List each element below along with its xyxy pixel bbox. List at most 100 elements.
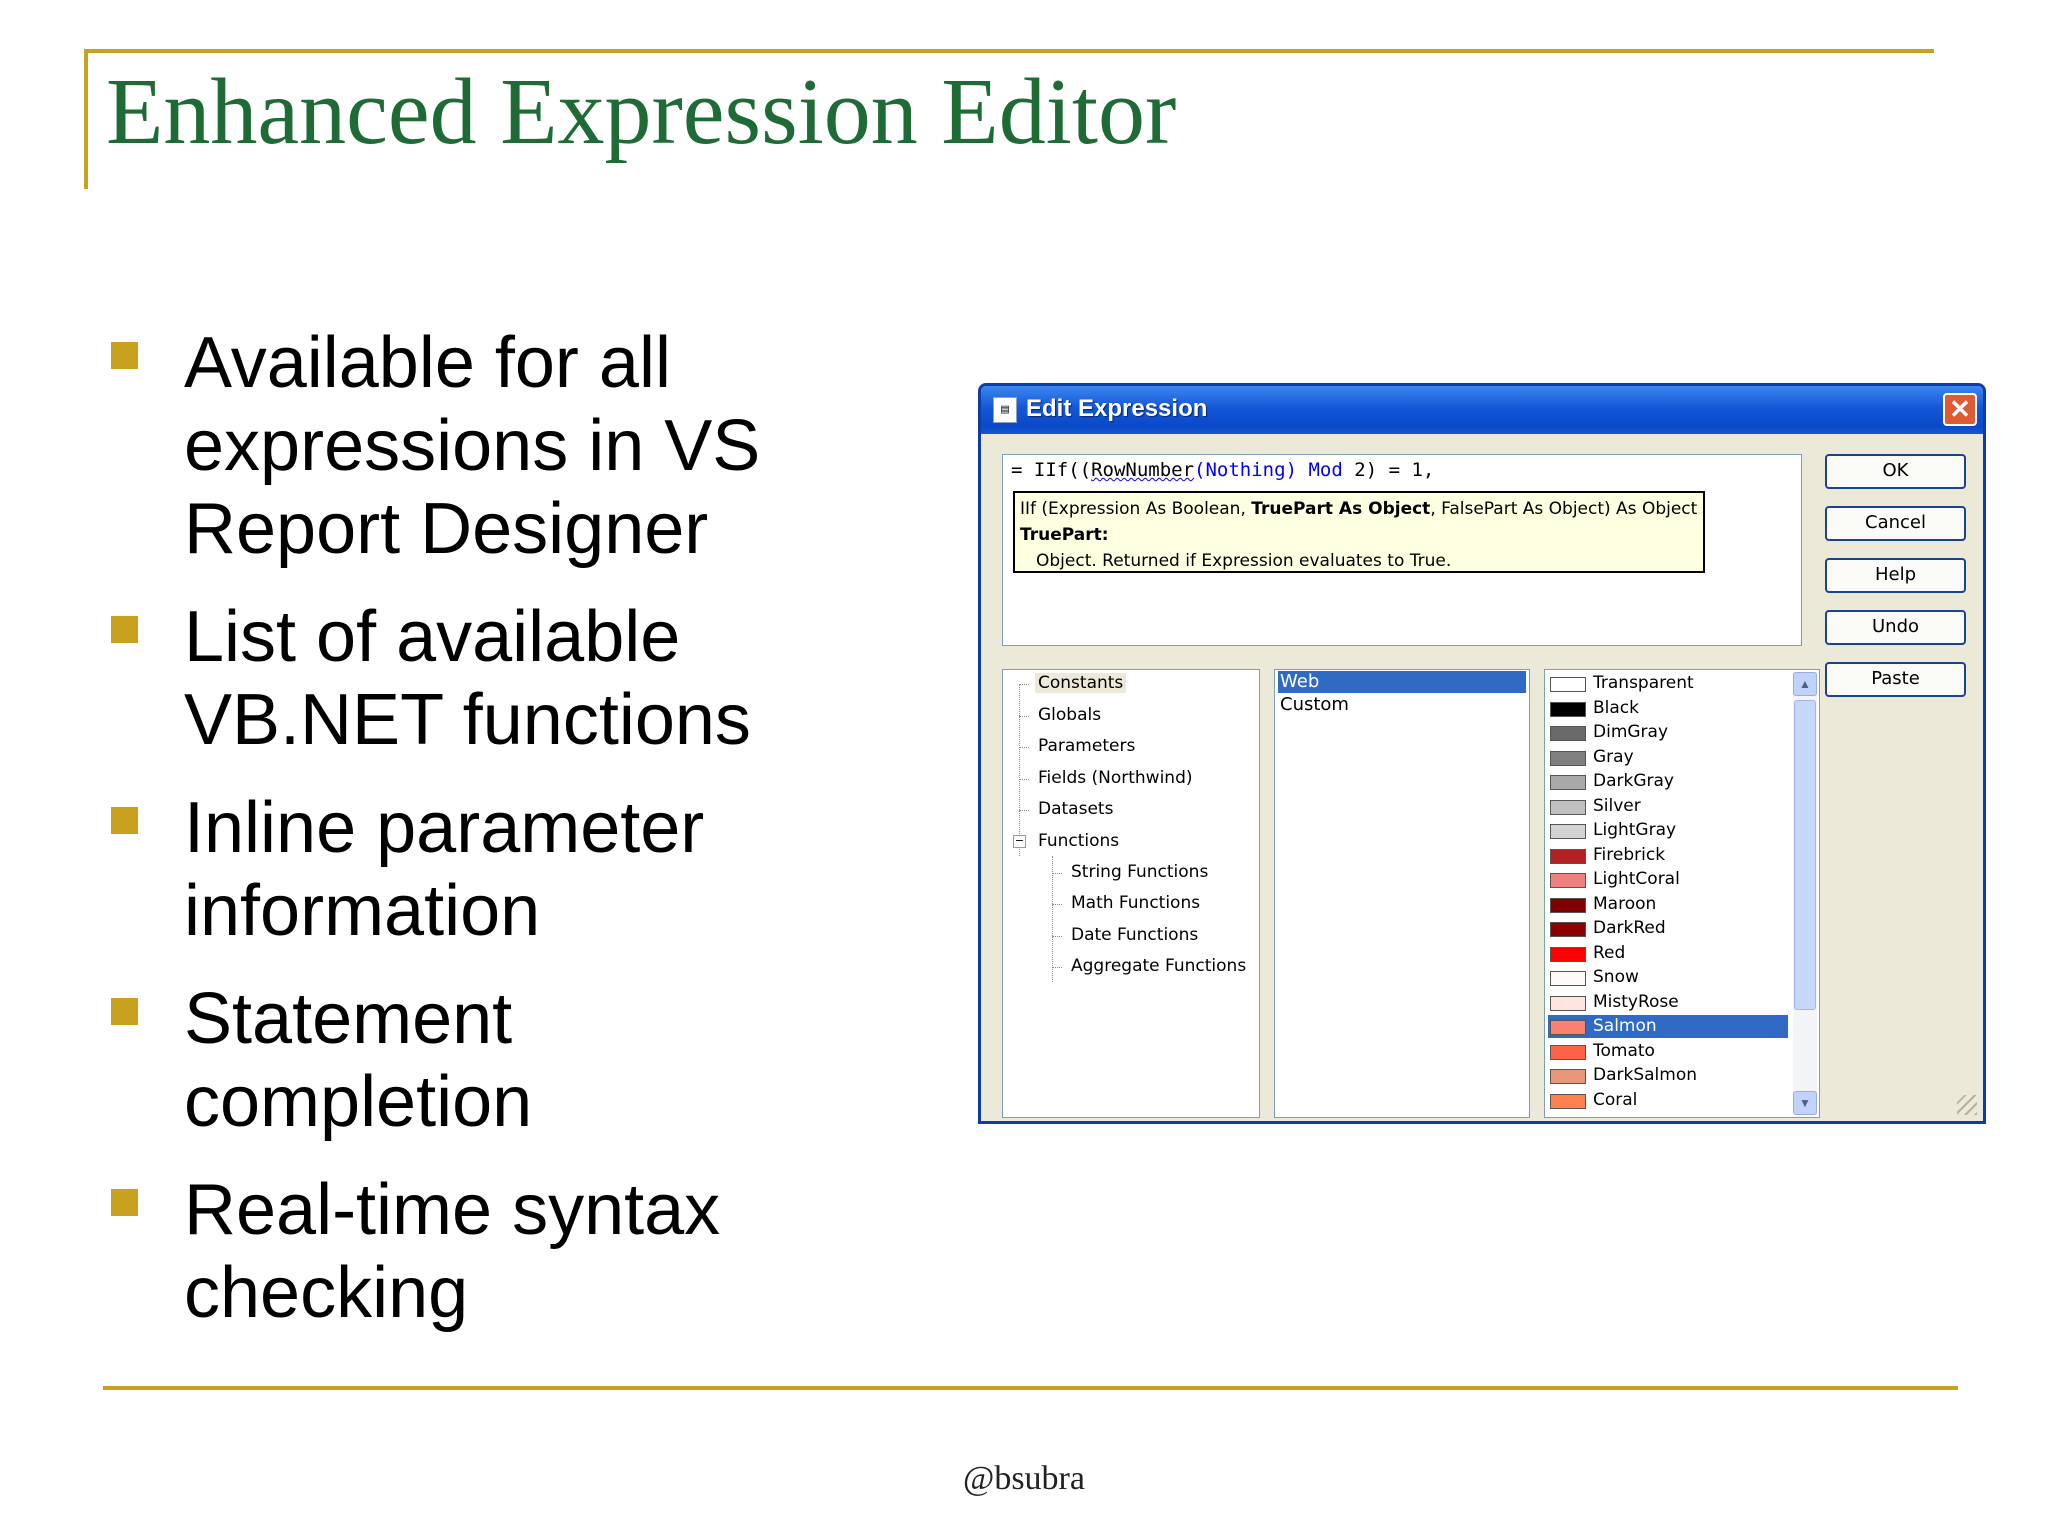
- color-item[interactable]: DimGray: [1548, 721, 1788, 744]
- color-item[interactable]: Black: [1548, 697, 1788, 720]
- tree-item-datasets[interactable]: Datasets: [1038, 799, 1113, 819]
- color-item[interactable]: MistyRose: [1548, 991, 1788, 1014]
- collapse-icon[interactable]: −: [1013, 835, 1026, 848]
- color-swatch: [1550, 1093, 1586, 1109]
- undo-button[interactable]: Undo: [1825, 610, 1966, 645]
- color-swatch: [1550, 922, 1586, 937]
- expr-open: (: [1194, 459, 1206, 481]
- tree-item-functions[interactable]: Functions: [1038, 831, 1119, 851]
- color-swatch: [1550, 701, 1586, 717]
- color-item[interactable]: Coral: [1548, 1089, 1788, 1112]
- tree-item-parameters[interactable]: Parameters: [1038, 736, 1135, 756]
- bullet-square-icon: [111, 1189, 138, 1216]
- color-name: Snow: [1593, 967, 1639, 987]
- tooltip-signature: IIf (Expression As Boolean, TruePart As …: [1020, 496, 1698, 522]
- expr-rest: 2) = 1,: [1354, 459, 1435, 481]
- title-side-rule: [84, 49, 88, 189]
- tree-line: [1052, 856, 1053, 982]
- color-item[interactable]: Snow: [1548, 966, 1788, 989]
- tree-item-math-functions[interactable]: Math Functions: [1071, 893, 1200, 913]
- scroll-down-icon[interactable]: ▼: [1793, 1091, 1817, 1115]
- tree-line: [1019, 684, 1029, 685]
- constant-category-list[interactable]: Web Custom: [1274, 669, 1530, 1118]
- color-swatch: [1550, 897, 1586, 913]
- color-item[interactable]: Silver: [1548, 795, 1788, 818]
- sig-current-param: TruePart As Object: [1251, 499, 1431, 519]
- list-item-custom[interactable]: Custom: [1278, 694, 1526, 716]
- tree-item-string-functions[interactable]: String Functions: [1071, 862, 1208, 882]
- color-item[interactable]: LightCoral: [1548, 868, 1788, 891]
- list-item-web[interactable]: Web: [1278, 671, 1526, 693]
- tree-line: [1052, 904, 1062, 905]
- color-item[interactable]: Salmon: [1548, 1015, 1788, 1038]
- color-name: Maroon: [1593, 893, 1657, 914]
- scroll-thumb[interactable]: [1794, 700, 1816, 1010]
- color-item[interactable]: Firebrick: [1548, 844, 1788, 867]
- tree-item-globals[interactable]: Globals: [1038, 705, 1101, 725]
- color-name: Silver: [1593, 795, 1641, 816]
- tooltip-param-name: TruePart:: [1020, 522, 1698, 548]
- color-name: Black: [1593, 697, 1639, 718]
- expression-text[interactable]: = IIf((RowNumber(Nothing) Mod 2) = 1,: [1011, 459, 1434, 481]
- tree-line: [1052, 967, 1062, 968]
- scroll-up-icon[interactable]: ▲: [1793, 672, 1817, 696]
- expr-mod: Mod: [1308, 459, 1343, 481]
- vertical-scrollbar[interactable]: ▲ ▼: [1793, 672, 1817, 1115]
- tree-line: [1019, 810, 1029, 811]
- app-icon: ▤: [993, 397, 1017, 423]
- help-button[interactable]: Help: [1825, 558, 1966, 593]
- category-tree[interactable]: − Constants Globals Parameters Fields (N…: [1002, 669, 1260, 1118]
- sig-end: , FalsePart As Object) As Object: [1430, 499, 1698, 519]
- color-name: MistyRose: [1593, 991, 1679, 1012]
- color-item[interactable]: DarkGray: [1548, 770, 1788, 793]
- bullet-item: Inline parameter information: [108, 787, 828, 953]
- color-name: DarkGray: [1593, 771, 1674, 791]
- color-item[interactable]: Tomato: [1548, 1040, 1788, 1063]
- color-name: Tomato: [1593, 1040, 1655, 1061]
- color-swatch: [1550, 1069, 1586, 1084]
- bullet-square-icon: [111, 616, 138, 643]
- color-swatch: [1550, 1020, 1586, 1035]
- color-item[interactable]: LightGray: [1548, 819, 1788, 842]
- expression-editor[interactable]: = IIf((RowNumber(Nothing) Mod 2) = 1, II…: [1002, 454, 1802, 646]
- tree-line: [1019, 779, 1029, 780]
- bullet-square-icon: [111, 342, 138, 369]
- tree-item-constants[interactable]: Constants: [1035, 673, 1127, 693]
- color-name: Salmon: [1593, 1016, 1657, 1036]
- color-swatch: [1550, 775, 1586, 790]
- color-item[interactable]: DarkSalmon: [1548, 1064, 1788, 1087]
- color-list[interactable]: Transparent Black DimGray Gray DarkGray Silve…: [1544, 669, 1820, 1118]
- resize-grip-icon[interactable]: [1957, 1095, 1977, 1115]
- color-item[interactable]: Gray: [1548, 746, 1788, 769]
- title-rule: [84, 49, 1934, 53]
- color-swatch: [1550, 750, 1586, 766]
- bullet-item: Available for all expressions in VS Repo…: [108, 322, 828, 571]
- color-swatch: [1550, 873, 1586, 888]
- color-name: LightCoral: [1593, 869, 1680, 889]
- close-icon[interactable]: ✕: [1943, 393, 1977, 426]
- slide-footer: @bsubra: [963, 1460, 1085, 1497]
- color-item[interactable]: DarkRed: [1548, 917, 1788, 940]
- color-item[interactable]: Red: [1548, 942, 1788, 965]
- color-swatch: [1550, 946, 1586, 962]
- color-name: Gray: [1593, 746, 1634, 767]
- color-item[interactable]: Maroon: [1548, 893, 1788, 916]
- tree-item-aggregate-functions[interactable]: Aggregate Functions: [1071, 956, 1246, 976]
- bullet-text: Statement completion: [184, 979, 533, 1142]
- tree-item-fields[interactable]: Fields (Northwind): [1038, 768, 1193, 788]
- tree-item-date-functions[interactable]: Date Functions: [1071, 925, 1198, 945]
- color-swatch: [1550, 1044, 1586, 1060]
- color-swatch: [1550, 971, 1586, 986]
- color-name: DimGray: [1593, 722, 1669, 742]
- tree-line: [1052, 936, 1062, 937]
- sig-start: IIf (Expression As Boolean,: [1020, 499, 1252, 519]
- color-name: Coral: [1593, 1089, 1638, 1110]
- dialog-titlebar[interactable]: ▤ Edit Expression ✕: [981, 386, 1983, 434]
- slide-title: Enhanced Expression Editor: [106, 60, 1177, 164]
- color-item[interactable]: Transparent: [1548, 672, 1788, 695]
- ok-button[interactable]: OK: [1825, 454, 1966, 489]
- cancel-button[interactable]: Cancel: [1825, 506, 1966, 541]
- tree-line: [1019, 716, 1029, 717]
- paste-button[interactable]: Paste: [1825, 662, 1966, 697]
- edit-expression-dialog: ▤ Edit Expression ✕ = IIf((RowNumber(Not…: [978, 383, 1986, 1124]
